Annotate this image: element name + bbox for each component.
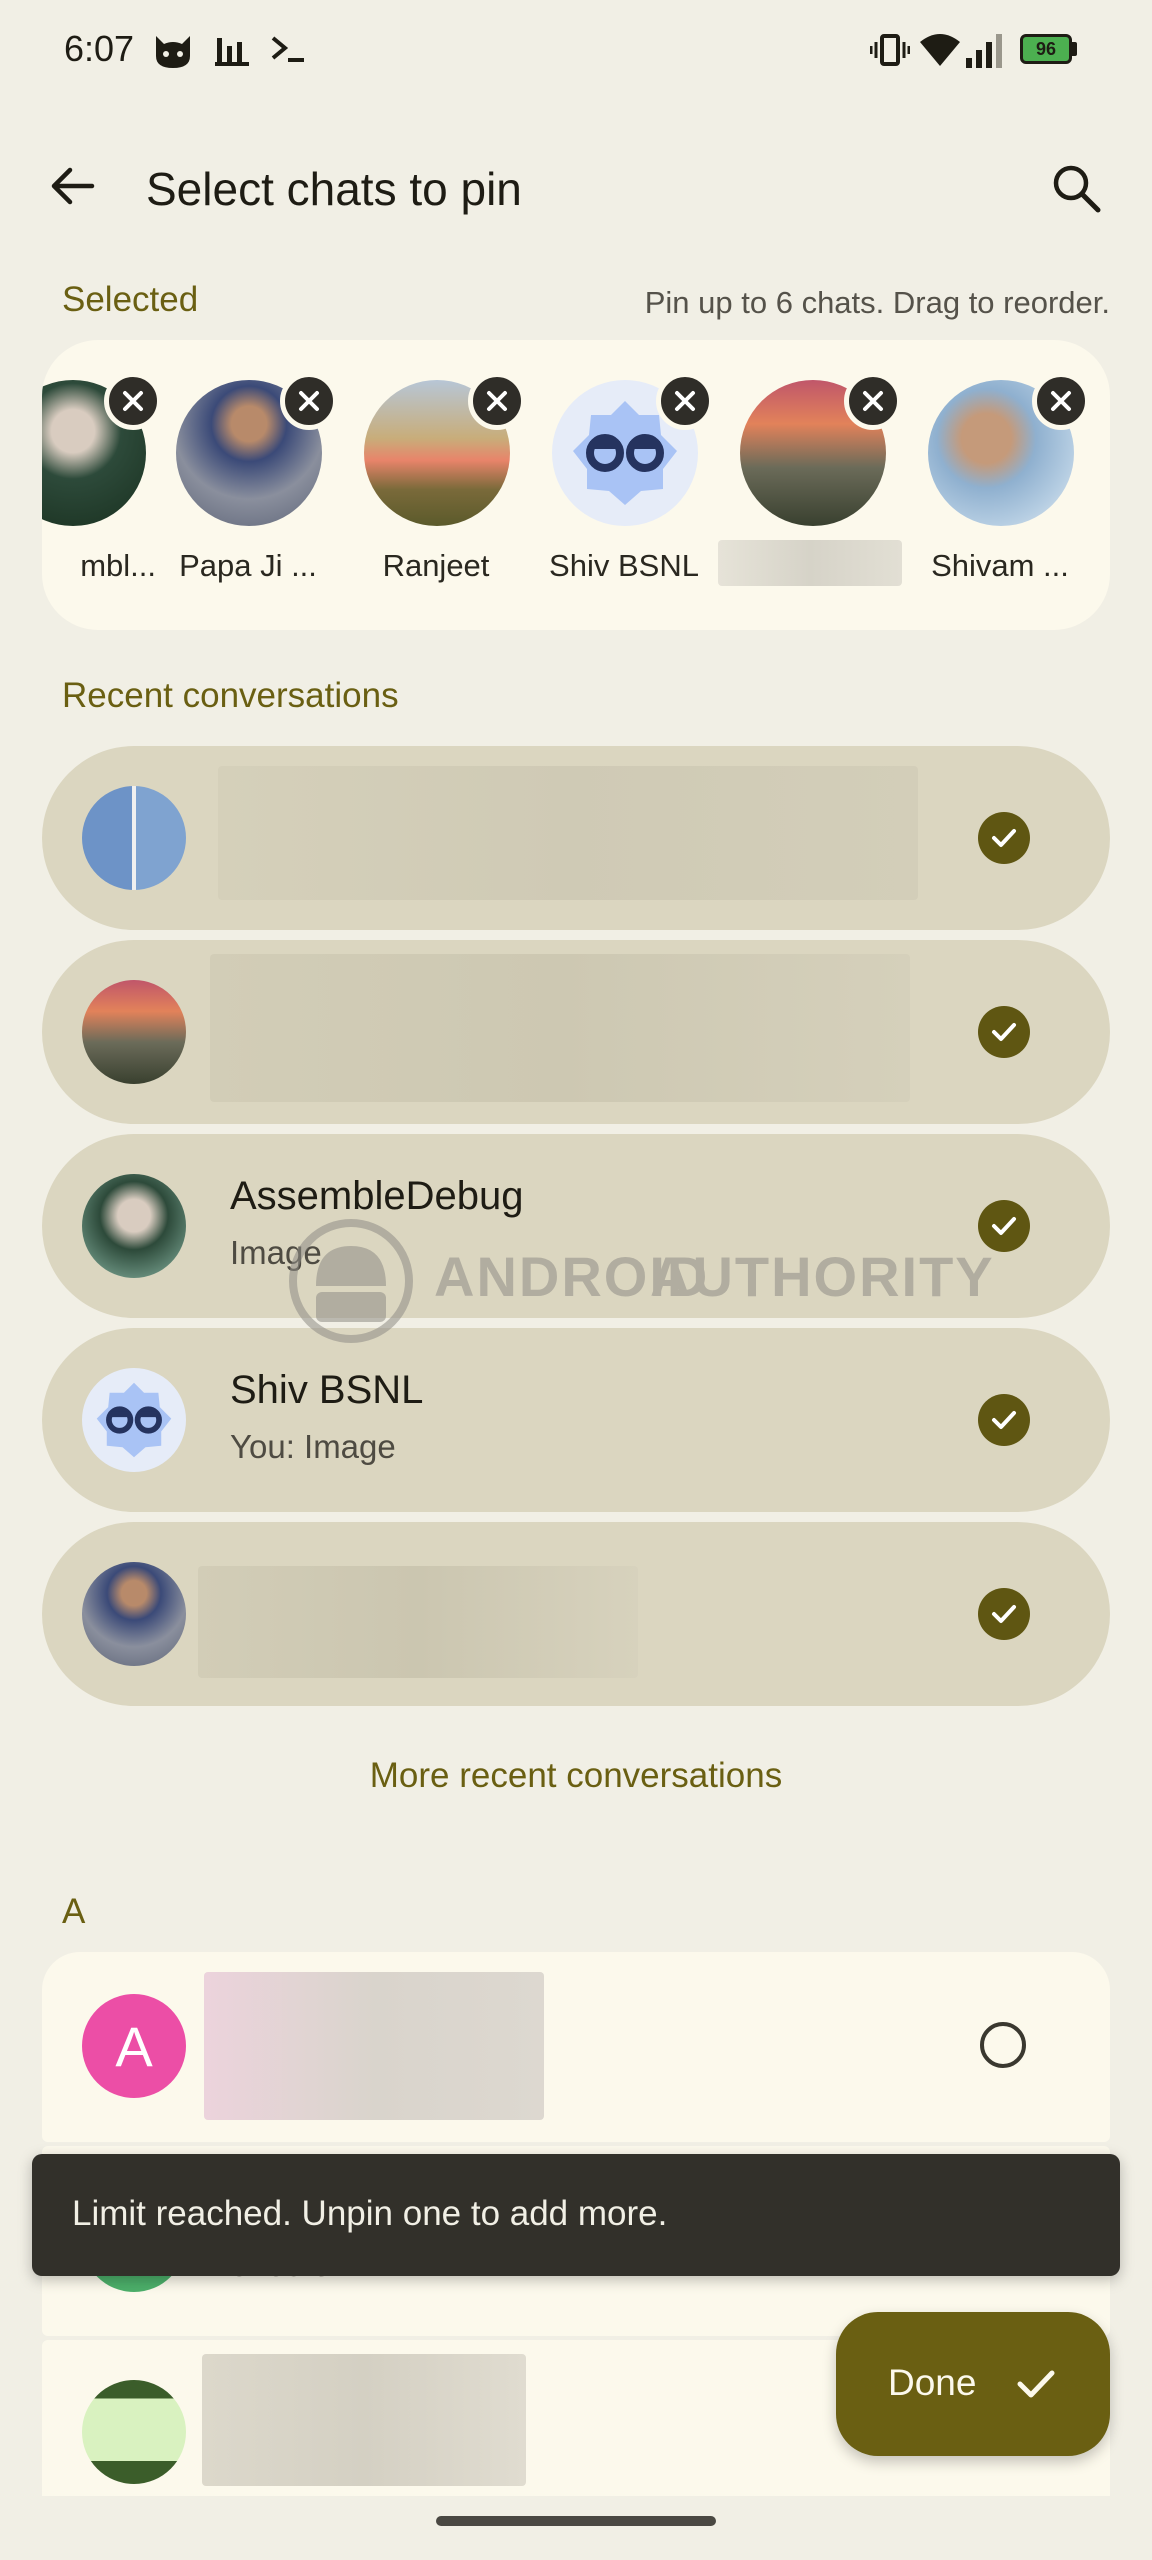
contacts-section-letter: A — [62, 1892, 86, 1931]
battery-level: 96 — [1035, 38, 1057, 59]
conversation-subtitle: You: Image — [230, 1428, 396, 1465]
selected-check-icon[interactable] — [978, 812, 1030, 864]
selected-chip[interactable]: Shiv BSNL — [530, 372, 718, 600]
remove-chip-button[interactable] — [1032, 372, 1090, 430]
selected-section-label: Selected — [62, 280, 199, 319]
terminal-notification-icon — [271, 36, 304, 62]
watermark: ANDROID AUTHORITY — [286, 1216, 993, 1346]
watermark-text-2: AUTHORITY — [650, 1245, 995, 1308]
redacted-name — [218, 766, 918, 900]
battery-tip — [1072, 42, 1077, 56]
contact-avatar — [82, 980, 186, 1084]
remove-chip-button[interactable] — [280, 372, 338, 430]
remove-chip-button[interactable] — [844, 372, 902, 430]
search-icon[interactable] — [1050, 162, 1102, 214]
contact-row[interactable]: A — [42, 1952, 1110, 2142]
glasses-avatar-icon — [96, 1382, 172, 1458]
conversation-title: Shiv BSNL — [230, 1368, 424, 1412]
check-icon — [1017, 2370, 1055, 2398]
unselected-radio[interactable] — [980, 2022, 1026, 2068]
redacted-name — [210, 954, 910, 1102]
wifi-icon — [920, 34, 960, 66]
selected-check-icon[interactable] — [978, 1394, 1030, 1446]
snackbar: Limit reached. Unpin one to add more. — [32, 2154, 1120, 2276]
selected-chip[interactable]: Ranjeet — [342, 372, 530, 600]
selected-check-icon[interactable] — [978, 1006, 1030, 1058]
recent-conversation-row[interactable] — [42, 746, 1110, 930]
chip-name: Ranjeet — [382, 548, 490, 583]
recent-conversation-row[interactable] — [42, 1522, 1110, 1706]
battery-icon: 96 — [1020, 34, 1072, 64]
done-button-label: Done — [888, 2362, 977, 2403]
conversation-title: AssembleDebug — [230, 1174, 524, 1218]
selected-carousel[interactable]: mbl... Papa Ji ... Ranjeet Shiv BSNL Shi… — [42, 340, 1110, 630]
redacted-name — [198, 1566, 638, 1678]
status-time: 6:07 — [64, 28, 135, 69]
selected-chip[interactable]: Shivam ... — [906, 372, 1094, 600]
letter-avatar-text: A — [115, 2014, 153, 2078]
remove-chip-button[interactable] — [468, 372, 526, 430]
android-authority-logo-icon — [289, 1219, 413, 1343]
chip-name: Papa Ji ... — [179, 548, 317, 583]
cell-signal-icon — [966, 34, 1002, 68]
bar-chart-notification-icon — [215, 38, 249, 66]
close-icon — [299, 391, 319, 411]
done-button[interactable]: Done — [836, 2312, 1110, 2456]
snackbar-message: Limit reached. Unpin one to add more. — [72, 2194, 668, 2233]
selected-chip[interactable] — [718, 372, 906, 600]
contact-avatar — [82, 1562, 186, 1666]
recent-conversation-row[interactable]: Shiv BSNL You: Image — [42, 1328, 1110, 1512]
contact-avatar — [82, 2380, 186, 2484]
close-icon — [675, 391, 695, 411]
close-icon — [1051, 391, 1071, 411]
close-icon — [123, 391, 143, 411]
redacted-name — [718, 540, 902, 586]
back-arrow-icon[interactable] — [48, 162, 96, 210]
contact-avatar — [82, 786, 186, 890]
contact-avatar — [82, 1368, 186, 1472]
close-icon — [863, 391, 883, 411]
redacted-name — [202, 2354, 526, 2486]
status-bar: 6:07 96 — [0, 0, 1152, 100]
chip-name: Shiv BSNL — [549, 548, 699, 583]
selected-chip[interactable]: mbl... — [42, 372, 166, 600]
selected-check-icon[interactable] — [978, 1588, 1030, 1640]
contact-avatar — [82, 1174, 186, 1278]
cat-notification-icon — [156, 36, 190, 68]
selected-hint: Pin up to 6 chats. Drag to reorder. — [644, 285, 1110, 320]
vibrate-icon — [870, 34, 910, 66]
page-title: Select chats to pin — [146, 163, 522, 215]
remove-chip-button[interactable] — [656, 372, 714, 430]
redacted-name — [204, 1972, 544, 2120]
chip-name: Shivam ... — [931, 548, 1069, 583]
more-recent-conversations-link[interactable]: More recent conversations — [0, 1756, 1152, 1796]
close-icon — [487, 391, 507, 411]
recent-section-label: Recent conversations — [62, 676, 399, 715]
chip-name: mbl... — [80, 548, 156, 583]
letter-avatar: A — [82, 1994, 186, 2098]
selected-chip[interactable]: Papa Ji ... — [154, 372, 342, 600]
recent-conversation-row[interactable] — [42, 940, 1110, 1124]
gesture-nav-bar[interactable] — [436, 2516, 716, 2526]
